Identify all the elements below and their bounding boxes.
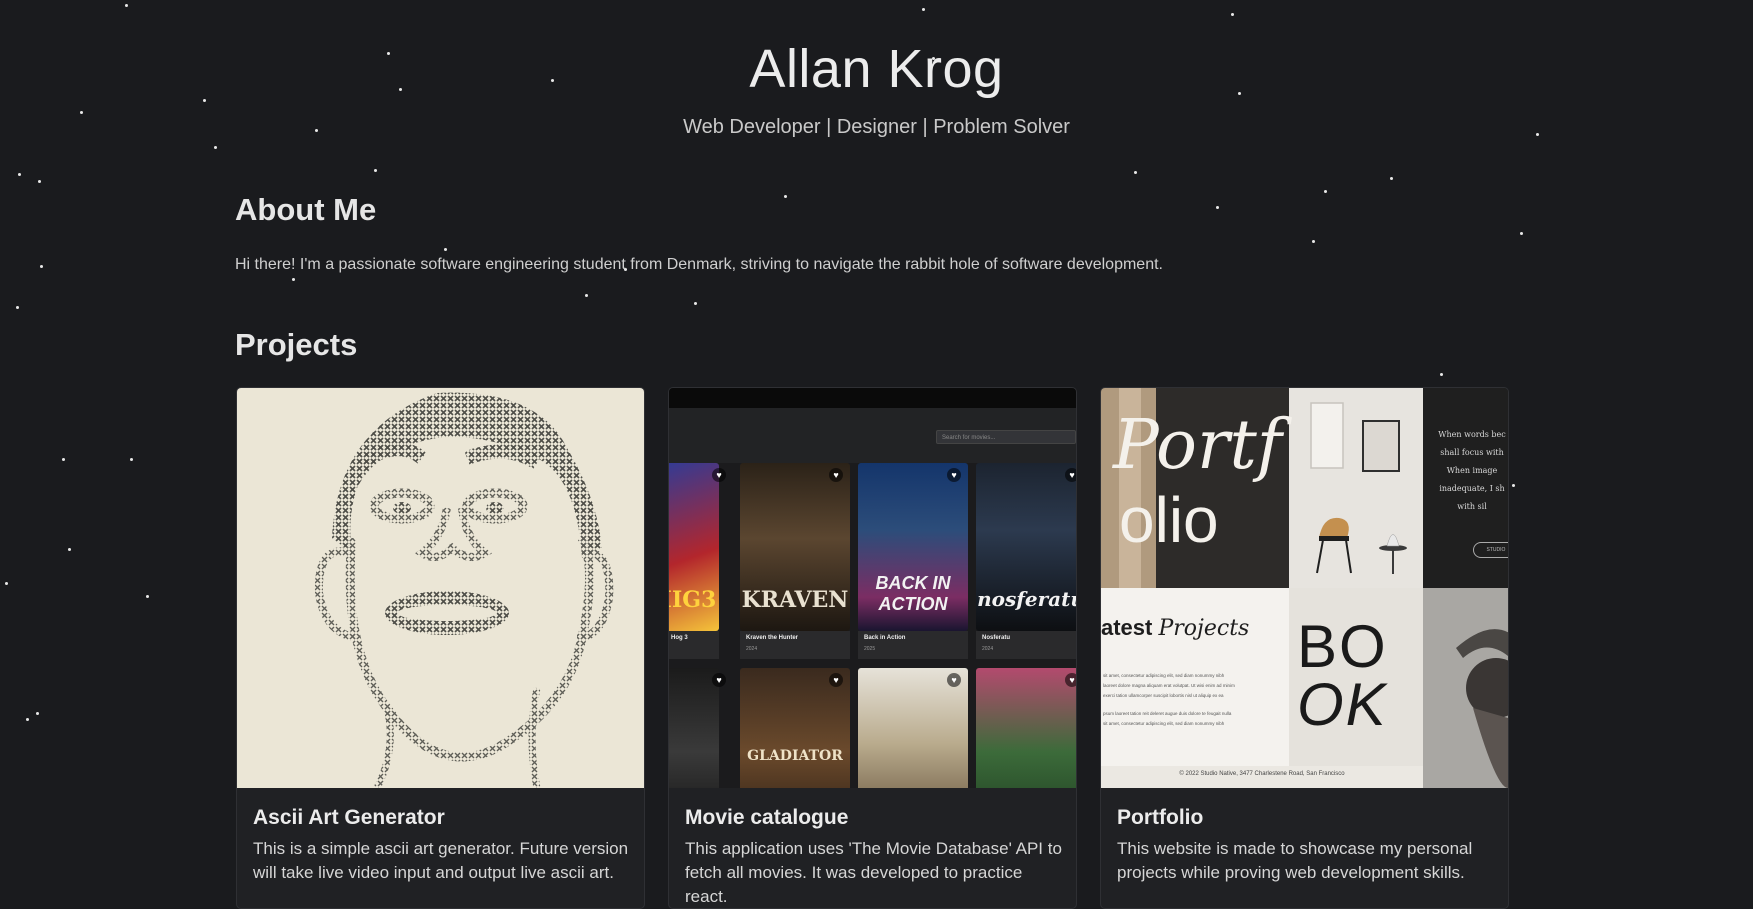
star-dot — [1231, 13, 1234, 16]
star-dot — [62, 458, 65, 461]
poster-meta-kraven: Kraven the Hunter 2024 — [740, 631, 850, 659]
project-description: This website is made to showcase my pers… — [1117, 839, 1473, 882]
project-description: This application uses 'The Movie Databas… — [685, 839, 1062, 906]
star-dot — [68, 548, 71, 551]
star-dot — [5, 582, 8, 585]
star-dot — [1134, 171, 1137, 174]
portfolio-studio-button: STUDIO — [1473, 542, 1508, 558]
heart-icon: ♥ — [1065, 468, 1076, 482]
poster-nosferatu: nosferatu — [976, 463, 1076, 631]
star-dot — [16, 306, 19, 309]
poster-kraven: KRAVEN — [740, 463, 850, 631]
star-dot — [1390, 177, 1393, 180]
site-subtitle: Web Developer | Designer | Problem Solve… — [683, 116, 1070, 138]
poster-meta-nosferatu: Nosferatu 2024 — [976, 631, 1076, 659]
projects-heading: Projects — [235, 327, 358, 362]
star-dot — [694, 302, 697, 305]
star-dot — [1312, 240, 1315, 243]
star-dot — [40, 265, 43, 268]
portfolio-thumbnail[interactable]: Portf olio When words bec shall focus wi… — [1101, 388, 1508, 788]
star-dot — [18, 173, 21, 176]
about-heading: About Me — [235, 192, 377, 227]
project-description: This is a simple ascii art generator. Fu… — [253, 839, 629, 882]
thumb-movie-grid: IIG3 KRAVEN BACK IN ACTION nosferatu Hog… — [669, 463, 1076, 788]
project-card-ascii-art[interactable]: Ascii Art Generator This is a simple asc… — [236, 387, 645, 909]
heart-icon: ♥ — [947, 468, 961, 482]
star-dot — [146, 595, 149, 598]
star-dot — [36, 712, 39, 715]
portfolio-lorem-text: sit amet, consectetur adipiscing elit, s… — [1103, 673, 1235, 726]
star-dot — [1440, 373, 1443, 376]
portfolio-book-text: BO OK — [1297, 613, 1388, 738]
site-title: Allan Krog — [749, 39, 1004, 99]
star-dot — [26, 718, 29, 721]
star-dot — [125, 4, 128, 7]
project-title[interactable]: Ascii Art Generator — [253, 806, 445, 830]
heart-icon: ♥ — [712, 468, 726, 482]
portfolio-hero-text-1: Portf — [1113, 406, 1282, 485]
portfolio-hero-text-2: olio — [1119, 484, 1219, 556]
heart-icon: ♥ — [829, 468, 843, 482]
star-dot — [292, 278, 295, 281]
project-title[interactable]: Movie catalogue — [685, 806, 848, 830]
project-title[interactable]: Portfolio — [1117, 806, 1203, 830]
portfolio-latest-heading: atest Projects — [1101, 615, 1250, 641]
star-dot — [1216, 206, 1219, 209]
poster-wicked — [976, 668, 1076, 788]
heart-icon: ♥ — [947, 673, 961, 687]
thumb-topbar — [669, 388, 1076, 408]
portfolio-quote: When words bec shall focus with When ima… — [1438, 430, 1506, 511]
poster-back-in-action: BACK IN ACTION — [858, 463, 968, 631]
star-dot — [80, 111, 83, 114]
star-dot — [1512, 484, 1515, 487]
poster-meta-back-in-action: Back in Action 2025 — [858, 631, 968, 659]
poster-sonic: IIG3 — [669, 463, 719, 631]
project-card-portfolio[interactable]: Portf olio When words bec shall focus wi… — [1100, 387, 1509, 909]
star-dot — [38, 180, 41, 183]
movie-catalogue-thumbnail[interactable]: Search for movies... IIG3 KRAVEN BACK IN… — [669, 388, 1076, 788]
star-dot — [585, 294, 588, 297]
poster-venom — [669, 668, 719, 788]
star-dot — [444, 248, 447, 251]
portfolio-footer: © 2022 Studio Native, 3477 Charlestene R… — [1179, 771, 1345, 777]
heart-icon: ♥ — [1065, 673, 1076, 687]
star-dot — [130, 458, 133, 461]
heart-icon: ♥ — [712, 673, 726, 687]
star-dot — [214, 146, 217, 149]
star-dot — [1324, 190, 1327, 193]
star-dot — [374, 169, 377, 172]
star-dot — [922, 8, 925, 11]
project-card-movie-catalogue[interactable]: Search for movies... IIG3 KRAVEN BACK IN… — [668, 387, 1077, 909]
star-dot — [1520, 232, 1523, 235]
about-text: Hi there! I'm a passionate software engi… — [235, 256, 1163, 273]
star-dot — [784, 195, 787, 198]
thumb-search-input: Search for movies... — [936, 430, 1076, 444]
ascii-face-image — [237, 388, 644, 788]
heart-icon: ♥ — [829, 673, 843, 687]
ascii-art-thumbnail[interactable] — [237, 388, 644, 788]
